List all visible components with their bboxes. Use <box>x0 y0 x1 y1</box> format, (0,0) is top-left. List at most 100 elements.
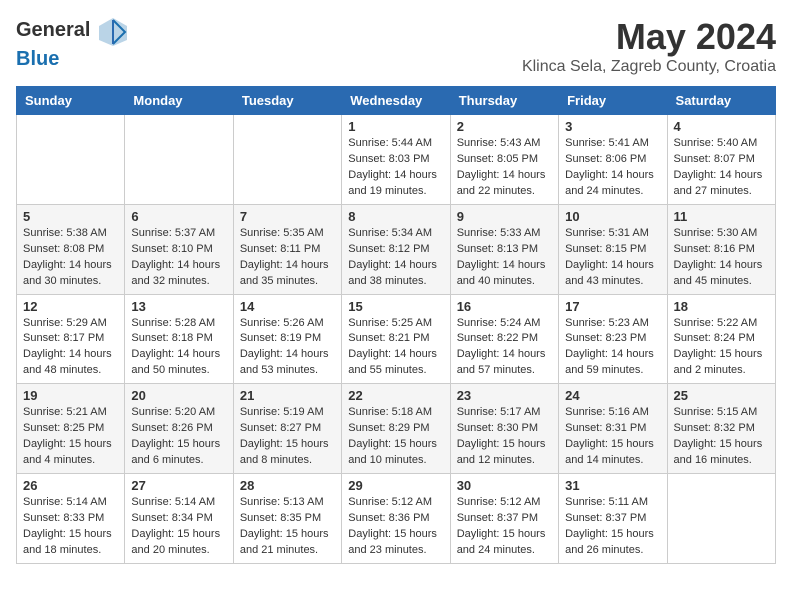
cell-info-line: and 8 minutes. <box>240 453 335 469</box>
cell-info-line: Sunset: 8:17 PM <box>23 331 118 347</box>
cell-info-line: and 16 minutes. <box>674 453 769 469</box>
cell-info-line: Sunset: 8:25 PM <box>23 421 118 437</box>
calendar-cell <box>667 474 775 564</box>
cell-info-line: and 30 minutes. <box>23 274 118 290</box>
cell-info-line: and 21 minutes. <box>240 543 335 559</box>
cell-info-line: Sunset: 8:27 PM <box>240 421 335 437</box>
cell-info-line: Daylight: 15 hours <box>23 437 118 453</box>
cell-info-line: Sunset: 8:08 PM <box>23 242 118 258</box>
calendar-table: SundayMondayTuesdayWednesdayThursdayFrid… <box>16 86 776 564</box>
day-number: 16 <box>457 299 552 314</box>
day-number: 30 <box>457 478 552 493</box>
location-title: Klinca Sela, Zagreb County, Croatia <box>522 58 776 76</box>
day-header-thursday: Thursday <box>450 87 558 115</box>
cell-info-line: Daylight: 15 hours <box>348 437 443 453</box>
cell-info-line: Daylight: 15 hours <box>131 437 226 453</box>
day-number: 12 <box>23 299 118 314</box>
cell-info-line: Sunrise: 5:44 AM <box>348 136 443 152</box>
cell-info-line: Daylight: 15 hours <box>565 437 660 453</box>
calendar-cell: 24Sunrise: 5:16 AMSunset: 8:31 PMDayligh… <box>559 384 667 474</box>
cell-info-line: Sunset: 8:26 PM <box>131 421 226 437</box>
cell-info-line: Daylight: 15 hours <box>674 437 769 453</box>
cell-info-line: Sunset: 8:36 PM <box>348 511 443 527</box>
day-number: 18 <box>674 299 769 314</box>
calendar-cell: 19Sunrise: 5:21 AMSunset: 8:25 PMDayligh… <box>17 384 125 474</box>
cell-info-line: Sunrise: 5:29 AM <box>23 316 118 332</box>
days-header-row: SundayMondayTuesdayWednesdayThursdayFrid… <box>17 87 776 115</box>
cell-info-line: Sunset: 8:32 PM <box>674 421 769 437</box>
cell-info-line: Sunrise: 5:16 AM <box>565 405 660 421</box>
cell-info-line: and 24 minutes. <box>565 184 660 200</box>
day-number: 3 <box>565 119 660 134</box>
calendar-cell: 22Sunrise: 5:18 AMSunset: 8:29 PMDayligh… <box>342 384 450 474</box>
calendar-cell: 8Sunrise: 5:34 AMSunset: 8:12 PMDaylight… <box>342 204 450 294</box>
logo: General Blue <box>16 16 129 71</box>
cell-info-line: Daylight: 14 hours <box>565 168 660 184</box>
cell-info-line: and 45 minutes. <box>674 274 769 290</box>
cell-info-line: Daylight: 15 hours <box>348 527 443 543</box>
cell-info-line: Sunset: 8:16 PM <box>674 242 769 258</box>
calendar-cell: 23Sunrise: 5:17 AMSunset: 8:30 PMDayligh… <box>450 384 558 474</box>
week-row-5: 26Sunrise: 5:14 AMSunset: 8:33 PMDayligh… <box>17 474 776 564</box>
cell-info-line: Sunrise: 5:14 AM <box>131 495 226 511</box>
title-section: May 2024 Klinca Sela, Zagreb County, Cro… <box>522 16 776 76</box>
cell-info-line: Sunrise: 5:13 AM <box>240 495 335 511</box>
calendar-cell: 16Sunrise: 5:24 AMSunset: 8:22 PMDayligh… <box>450 294 558 384</box>
cell-info-line: and 53 minutes. <box>240 363 335 379</box>
cell-info-line: and 40 minutes. <box>457 274 552 290</box>
cell-info-line: Sunrise: 5:28 AM <box>131 316 226 332</box>
day-number: 17 <box>565 299 660 314</box>
cell-info-line: and 43 minutes. <box>565 274 660 290</box>
day-number: 11 <box>674 209 769 224</box>
calendar-cell: 13Sunrise: 5:28 AMSunset: 8:18 PMDayligh… <box>125 294 233 384</box>
cell-info-line: Daylight: 14 hours <box>565 347 660 363</box>
calendar-cell: 30Sunrise: 5:12 AMSunset: 8:37 PMDayligh… <box>450 474 558 564</box>
calendar-cell: 9Sunrise: 5:33 AMSunset: 8:13 PMDaylight… <box>450 204 558 294</box>
logo-blue: Blue <box>16 48 59 70</box>
day-number: 8 <box>348 209 443 224</box>
cell-info-line: Sunset: 8:11 PM <box>240 242 335 258</box>
cell-info-line: Daylight: 15 hours <box>565 527 660 543</box>
cell-info-line: Daylight: 14 hours <box>674 258 769 274</box>
day-number: 2 <box>457 119 552 134</box>
cell-info-line: Sunset: 8:13 PM <box>457 242 552 258</box>
calendar-cell: 6Sunrise: 5:37 AMSunset: 8:10 PMDaylight… <box>125 204 233 294</box>
week-row-4: 19Sunrise: 5:21 AMSunset: 8:25 PMDayligh… <box>17 384 776 474</box>
calendar-cell: 7Sunrise: 5:35 AMSunset: 8:11 PMDaylight… <box>233 204 341 294</box>
calendar-cell <box>17 115 125 205</box>
cell-info-line: and 27 minutes. <box>674 184 769 200</box>
calendar-cell: 25Sunrise: 5:15 AMSunset: 8:32 PMDayligh… <box>667 384 775 474</box>
cell-info-line: Sunset: 8:30 PM <box>457 421 552 437</box>
cell-info-line: Sunrise: 5:31 AM <box>565 226 660 242</box>
day-header-friday: Friday <box>559 87 667 115</box>
cell-info-line: Daylight: 14 hours <box>131 347 226 363</box>
cell-info-line: Daylight: 14 hours <box>240 347 335 363</box>
cell-info-line: Daylight: 14 hours <box>457 168 552 184</box>
cell-info-line: Daylight: 14 hours <box>348 258 443 274</box>
cell-info-line: and 48 minutes. <box>23 363 118 379</box>
month-title: May 2024 <box>522 16 776 58</box>
calendar-cell <box>125 115 233 205</box>
cell-info-line: and 19 minutes. <box>348 184 443 200</box>
cell-info-line: and 6 minutes. <box>131 453 226 469</box>
cell-info-line: and 20 minutes. <box>131 543 226 559</box>
day-number: 27 <box>131 478 226 493</box>
cell-info-line: and 35 minutes. <box>240 274 335 290</box>
calendar-cell: 1Sunrise: 5:44 AMSunset: 8:03 PMDaylight… <box>342 115 450 205</box>
day-header-saturday: Saturday <box>667 87 775 115</box>
cell-info-line: Sunset: 8:10 PM <box>131 242 226 258</box>
cell-info-line: Sunset: 8:15 PM <box>565 242 660 258</box>
cell-info-line: Sunrise: 5:35 AM <box>240 226 335 242</box>
cell-info-line: Sunrise: 5:38 AM <box>23 226 118 242</box>
day-number: 4 <box>674 119 769 134</box>
calendar-cell: 31Sunrise: 5:11 AMSunset: 8:37 PMDayligh… <box>559 474 667 564</box>
cell-info-line: Sunrise: 5:14 AM <box>23 495 118 511</box>
day-number: 13 <box>131 299 226 314</box>
calendar-cell: 10Sunrise: 5:31 AMSunset: 8:15 PMDayligh… <box>559 204 667 294</box>
cell-info-line: Sunset: 8:34 PM <box>131 511 226 527</box>
cell-info-line: and 50 minutes. <box>131 363 226 379</box>
week-row-1: 1Sunrise: 5:44 AMSunset: 8:03 PMDaylight… <box>17 115 776 205</box>
day-number: 21 <box>240 388 335 403</box>
calendar-cell: 28Sunrise: 5:13 AMSunset: 8:35 PMDayligh… <box>233 474 341 564</box>
day-number: 5 <box>23 209 118 224</box>
